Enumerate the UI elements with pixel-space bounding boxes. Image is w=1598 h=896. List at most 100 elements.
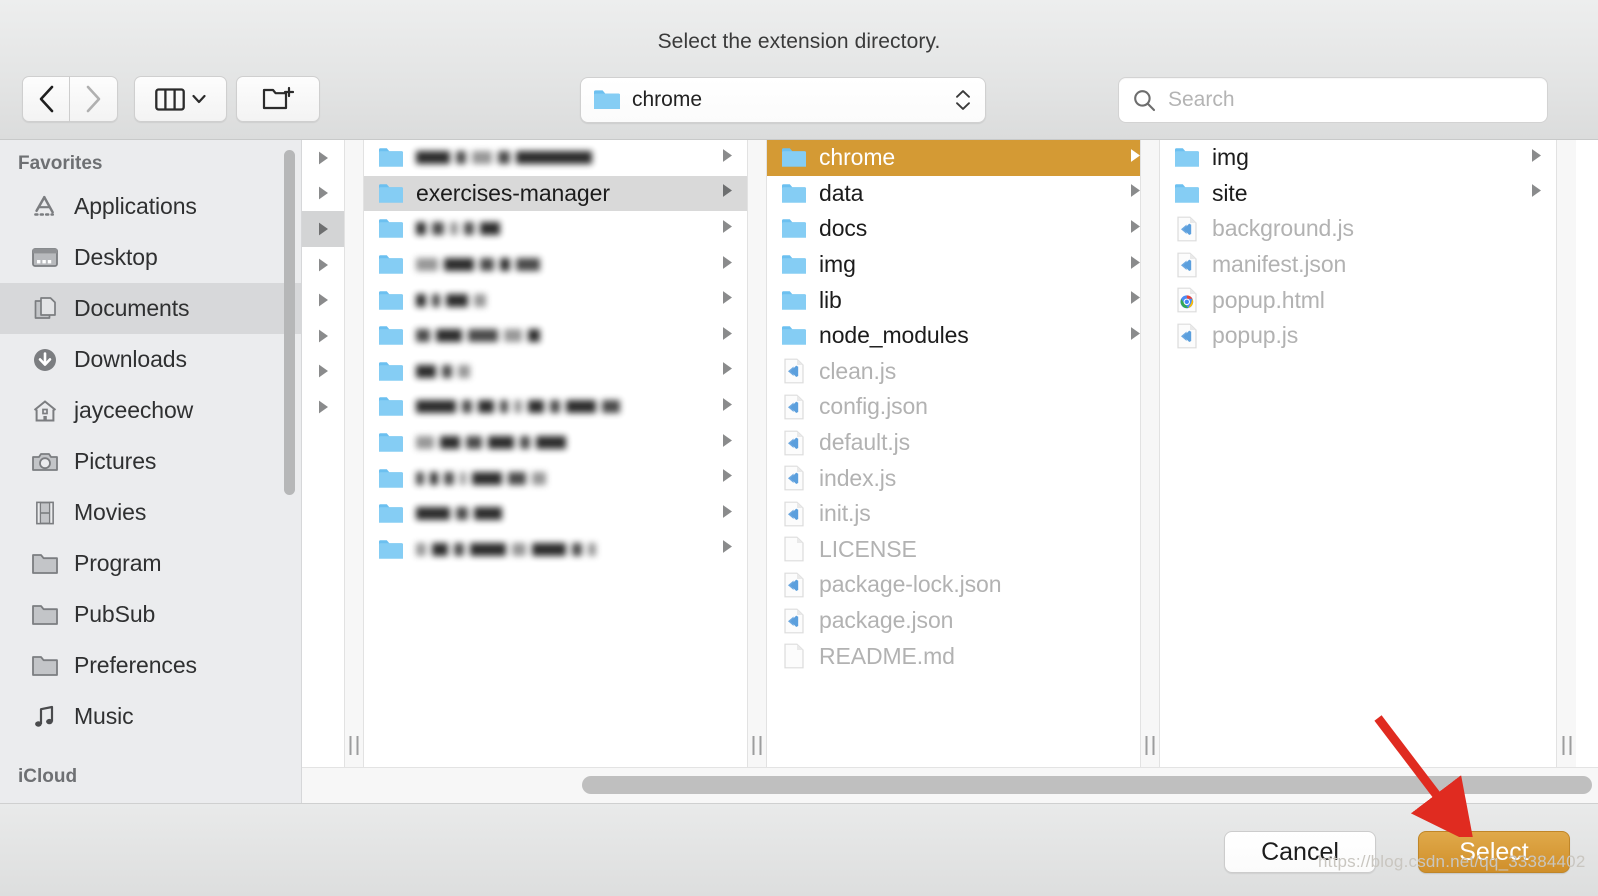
column-divider-4[interactable] [1556,140,1576,767]
list-item-data[interactable]: data [767,176,1155,212]
sidebar-item-label: Applications [74,193,197,219]
redacted-name [416,289,486,311]
disclosure-triangle-icon[interactable] [719,289,735,312]
list-item-package-json[interactable]: package.json [767,603,1155,639]
sidebar-item-movies[interactable]: Movies [0,487,301,538]
list-item[interactable] [364,211,747,247]
column-resize-grip[interactable] [349,736,359,755]
disclosure-triangle-icon[interactable] [719,395,735,418]
list-item-license[interactable]: LICENSE [767,532,1155,568]
sidebar-item-pictures[interactable]: Pictures [0,436,301,487]
chevron-right-icon [86,85,101,113]
column-resize-grip[interactable] [1145,736,1155,755]
chrome-file-icon [1174,287,1200,313]
disclosure-triangle-icon[interactable] [1528,182,1544,205]
view-mode-button[interactable] [134,76,227,122]
list-item-clean-js[interactable]: clean.js [767,354,1155,390]
sidebar-item-home[interactable]: jayceechow [0,385,301,436]
disclosure-row[interactable] [302,176,344,212]
disclosure-triangle-icon[interactable] [719,502,735,525]
forward-button[interactable] [70,76,118,122]
column-divider-1[interactable] [344,140,364,767]
list-item-label: lib [819,286,842,313]
list-item[interactable] [364,140,747,176]
stepper-arrows[interactable] [955,90,971,111]
sidebar-item-music[interactable]: Music [0,691,301,742]
disclosure-row[interactable] [302,318,344,354]
list-item-site[interactable]: site [1160,176,1556,212]
sidebar-item-pubsub[interactable]: PubSub [0,589,301,640]
list-item-background-js[interactable]: background.js [1160,211,1556,247]
list-item-img[interactable]: img [1160,140,1556,176]
back-button[interactable] [22,76,70,122]
disclosure-triangle-icon[interactable] [719,217,735,240]
list-item[interactable] [364,532,747,568]
chevron-left-icon [39,85,53,113]
disclosure-triangle-icon[interactable] [719,360,735,383]
desktop-icon [30,243,60,273]
sidebar-item-documents[interactable]: Documents [0,283,301,334]
disclosure-row[interactable] [302,282,344,318]
list-item-chrome[interactable]: chrome [767,140,1155,176]
watermark-text: https://blog.csdn.net/qq_33384402 [1318,852,1586,871]
disclosure-triangle-icon[interactable] [719,182,735,205]
sidebar-item-desktop[interactable]: Desktop [0,232,301,283]
list-item[interactable] [364,318,747,354]
list-item[interactable] [364,247,747,283]
list-item-manifest-json[interactable]: manifest.json [1160,247,1556,283]
disclosure-triangle-icon [319,258,328,271]
sidebar-item-preferences[interactable]: Preferences [0,640,301,691]
home-icon [30,396,60,426]
sidebar-item-downloads[interactable]: Downloads [0,334,301,385]
disclosure-triangle-icon[interactable] [719,467,735,490]
list-item-node-modules[interactable]: node_modules [767,318,1155,354]
disclosure-triangle-icon[interactable] [719,431,735,454]
column-resize-grip[interactable] [1562,736,1571,755]
list-item[interactable] [364,389,747,425]
list-item-lib[interactable]: lib [767,282,1155,318]
sidebar-item-applications[interactable]: Applications [0,181,301,232]
column-resize-grip[interactable] [752,736,762,755]
list-item-img[interactable]: img [767,247,1155,283]
list-item-package-lock-json[interactable]: package-lock.json [767,567,1155,603]
list-item-popup-js[interactable]: popup.js [1160,318,1556,354]
list-item-config-json[interactable]: config.json [767,389,1155,425]
disclosure-row[interactable] [302,354,344,390]
disclosure-triangle-icon[interactable] [719,146,735,169]
list-item[interactable] [364,496,747,532]
path-popup-value: chrome [632,88,703,111]
list-item-docs[interactable]: docs [767,211,1155,247]
sidebar-scrollbar[interactable] [284,150,295,495]
horizontal-scrollbar-thumb[interactable] [582,776,1592,794]
list-item-default-js[interactable]: default.js [767,425,1155,461]
disclosure-triangle-icon[interactable] [1528,146,1544,169]
list-item-readme-md[interactable]: README.md [767,638,1155,674]
list-item[interactable] [364,354,747,390]
disclosure-row[interactable] [302,247,344,283]
disclosure-triangle-icon[interactable] [719,538,735,561]
list-item[interactable] [364,425,747,461]
sidebar-item-program[interactable]: Program [0,538,301,589]
disclosure-triangle-icon[interactable] [719,253,735,276]
disclosure-triangle-icon[interactable] [719,324,735,347]
disclosure-row[interactable] [302,211,344,247]
disclosure-row[interactable] [302,389,344,425]
folder-icon [378,216,404,242]
new-folder-button[interactable] [236,76,320,122]
list-item-label: node_modules [819,322,969,349]
list-item[interactable] [364,282,747,318]
column-divider-2[interactable] [747,140,767,767]
list-item-init-js[interactable]: init.js [767,496,1155,532]
folder-icon [30,651,60,681]
list-item-label: config.json [819,393,928,420]
list-item-index-js[interactable]: index.js [767,460,1155,496]
list-item[interactable] [364,460,747,496]
path-popup-button[interactable]: chrome [580,77,986,123]
search-field[interactable]: Search [1118,77,1548,123]
column-divider-3[interactable] [1140,140,1160,767]
horizontal-scrollbar[interactable] [302,767,1598,804]
list-item-exercises-manager[interactable]: exercises-manager [364,175,747,212]
sidebar-item-label: PubSub [74,601,156,627]
list-item-popup-html[interactable]: popup.html [1160,282,1556,318]
disclosure-row[interactable] [302,140,344,176]
